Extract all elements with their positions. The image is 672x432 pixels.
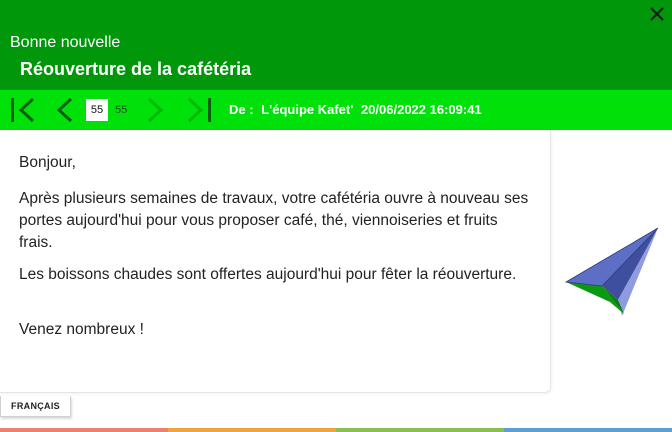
sender-name: L'équipe Kafet' xyxy=(261,102,354,117)
from-label: De : xyxy=(229,102,254,117)
next-page-icon[interactable] xyxy=(144,96,166,124)
language-tab[interactable]: FRANÇAIS xyxy=(0,396,71,417)
message-body: Bonjour, Après plusieurs semaines de tra… xyxy=(0,130,551,393)
prev-page-icon[interactable] xyxy=(54,96,76,124)
message-paragraph: Après plusieurs semaines de travaux, vot… xyxy=(19,190,529,251)
message-closing: Venez nombreux ! xyxy=(19,321,144,338)
header-bar: Bonne nouvelle Réouverture de la cafétér… xyxy=(0,0,672,90)
first-page-icon[interactable] xyxy=(8,96,38,124)
strip-segment xyxy=(0,428,168,432)
message-datetime: 20/06/2022 16:09:41 xyxy=(360,102,482,117)
paper-plane-icon xyxy=(564,227,659,316)
strip-segment xyxy=(504,428,672,432)
current-page-input[interactable]: 55 xyxy=(86,99,108,121)
strip-segment xyxy=(168,428,336,432)
message-category: Bonne nouvelle xyxy=(10,34,121,51)
sender-info: De : L'équipe Kafet' 20/06/2022 16:09:41 xyxy=(229,99,486,121)
strip-segment xyxy=(336,428,504,432)
bottom-color-strip xyxy=(0,428,672,432)
message-paragraph: Les boissons chaudes sont offertes aujou… xyxy=(19,266,517,283)
close-icon[interactable] xyxy=(648,4,666,24)
total-pages: 55 xyxy=(115,104,128,116)
message-title: Réouverture de la cafétéria xyxy=(20,59,252,79)
message-greeting: Bonjour, xyxy=(19,154,76,171)
last-page-icon[interactable] xyxy=(184,96,214,124)
